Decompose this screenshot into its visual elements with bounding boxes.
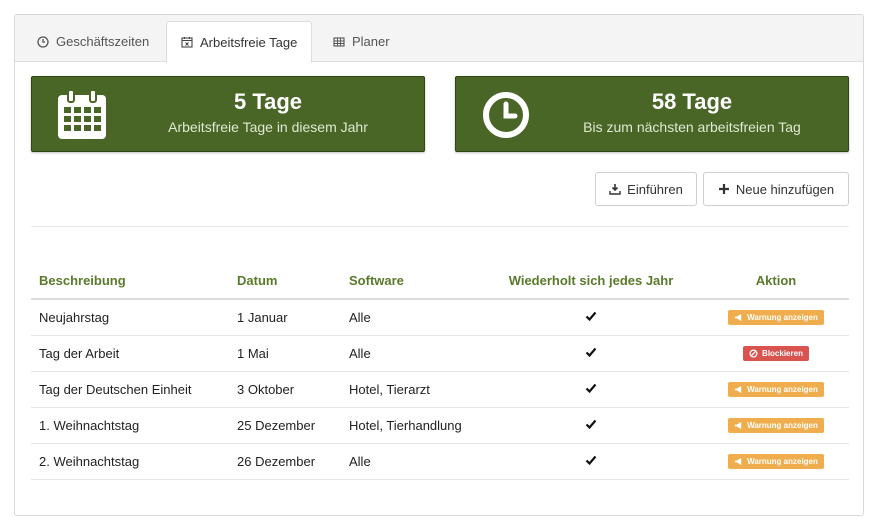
calendar-icon [58,89,106,139]
add-button-label: Neue hinzufügen [735,181,835,197]
cell-repeats [479,299,703,336]
check-icon [585,419,597,429]
download-icon [609,184,621,195]
cell-description: Neujahrstag [31,299,229,336]
warning-badge[interactable]: Warnung anzeigen [728,309,824,325]
tab-business-hours[interactable]: Geschäftszeiten [23,21,163,62]
table-icon [333,36,345,47]
cell-description: Tag der Deutschen Einheit [31,371,229,408]
cell-repeats [479,335,703,372]
cell-software: Hotel, Tierarzt [341,371,479,408]
cell-repeats [479,371,703,408]
stat-caption: Bis zum nächsten arbeitsfreien Tag [583,119,801,135]
megaphone-icon [734,457,742,465]
warning-badge[interactable]: Warnung anzeigen [728,417,824,433]
cell-action: Warnung anzeigen [703,443,849,480]
clock-icon [37,35,49,48]
cell-software: Alle [341,299,479,336]
cell-software: Alle [341,443,479,480]
warning-badge[interactable]: Warnung anzeigen [728,381,824,397]
plus-icon [718,184,729,194]
column-header[interactable]: Beschreibung [31,263,229,300]
cell-date: 3 Oktober [229,371,341,408]
cell-software: Hotel, Tierhandlung [341,407,479,444]
cell-date: 25 Dezember [229,407,341,444]
cell-date: 1 Januar [229,299,341,336]
clock-icon [483,92,529,138]
next-holiday-card: 58 Tage Bis zum nächsten arbeitsfreien T… [455,76,849,152]
table-row: Tag der Deutschen Einheit 3 Oktober Hote… [31,371,849,408]
warning-badge[interactable]: Warnung anzeigen [728,453,824,469]
megaphone-icon [734,385,742,393]
column-header[interactable]: Datum [229,263,341,300]
tab-bar: Geschäftszeiten Arbeitsfreie Tage Planer [15,15,863,63]
cell-date: 26 Dezember [229,443,341,480]
check-icon [585,455,597,465]
table-row: Tag der Arbeit 1 Mai Alle Blockieren [31,335,849,372]
table-header-row: Beschreibung Datum Software Wiederholt s… [31,263,849,300]
tab-label: Planer [352,34,390,49]
check-icon [585,311,597,321]
cell-description: 1. Weihnachtstag [31,407,229,444]
cell-action: Warnung anzeigen [703,371,849,408]
stat-value: 58 Tage [651,89,733,114]
block-badge[interactable]: Blockieren [743,345,809,361]
add-new-button[interactable]: Neue hinzufügen [703,172,849,206]
column-header[interactable]: Software [341,263,479,300]
import-button-label: Einführen [627,181,683,197]
table-row: Neujahrstag 1 Januar Alle Warnung anzeig… [31,299,849,336]
tab-planner[interactable]: Planer [319,21,404,62]
import-button[interactable]: Einführen [595,172,697,206]
holidays-count-card: 5 Tage Arbeitsfreie Tage in diesem Jahr [31,76,425,152]
cell-software: Alle [341,335,479,372]
stat-value: 5 Tage [233,89,303,114]
stat-caption: Arbeitsfreie Tage in diesem Jahr [168,119,368,135]
check-icon [585,383,597,393]
cell-action: Blockieren [703,335,849,372]
ban-icon [749,348,758,358]
cell-date: 1 Mai [229,335,341,372]
check-icon [585,347,597,357]
cell-action: Warnung anzeigen [703,299,849,336]
megaphone-icon [734,313,742,321]
calendar-x-icon [181,37,193,48]
tab-holidays[interactable]: Arbeitsfreie Tage [166,21,313,63]
table-row: 2. Weihnachtstag 26 Dezember Alle Warnun… [31,443,849,480]
holidays-panel: Geschäftszeiten Arbeitsfreie Tage Planer… [14,14,864,516]
tab-label: Arbeitsfreie Tage [200,34,298,50]
divider [31,226,849,227]
tab-label: Geschäftszeiten [56,34,150,49]
cell-action: Warnung anzeigen [703,407,849,444]
megaphone-icon [734,421,742,429]
cell-description: 2. Weihnachtstag [31,443,229,480]
column-header: Aktion [703,263,849,300]
cell-repeats [479,443,703,480]
cell-repeats [479,407,703,444]
table-row: 1. Weihnachtstag 25 Dezember Hotel, Tier… [31,407,849,444]
holidays-table: Beschreibung Datum Software Wiederholt s… [31,263,849,480]
cell-description: Tag der Arbeit [31,335,229,372]
column-header[interactable]: Wiederholt sich jedes Jahr [479,263,703,300]
